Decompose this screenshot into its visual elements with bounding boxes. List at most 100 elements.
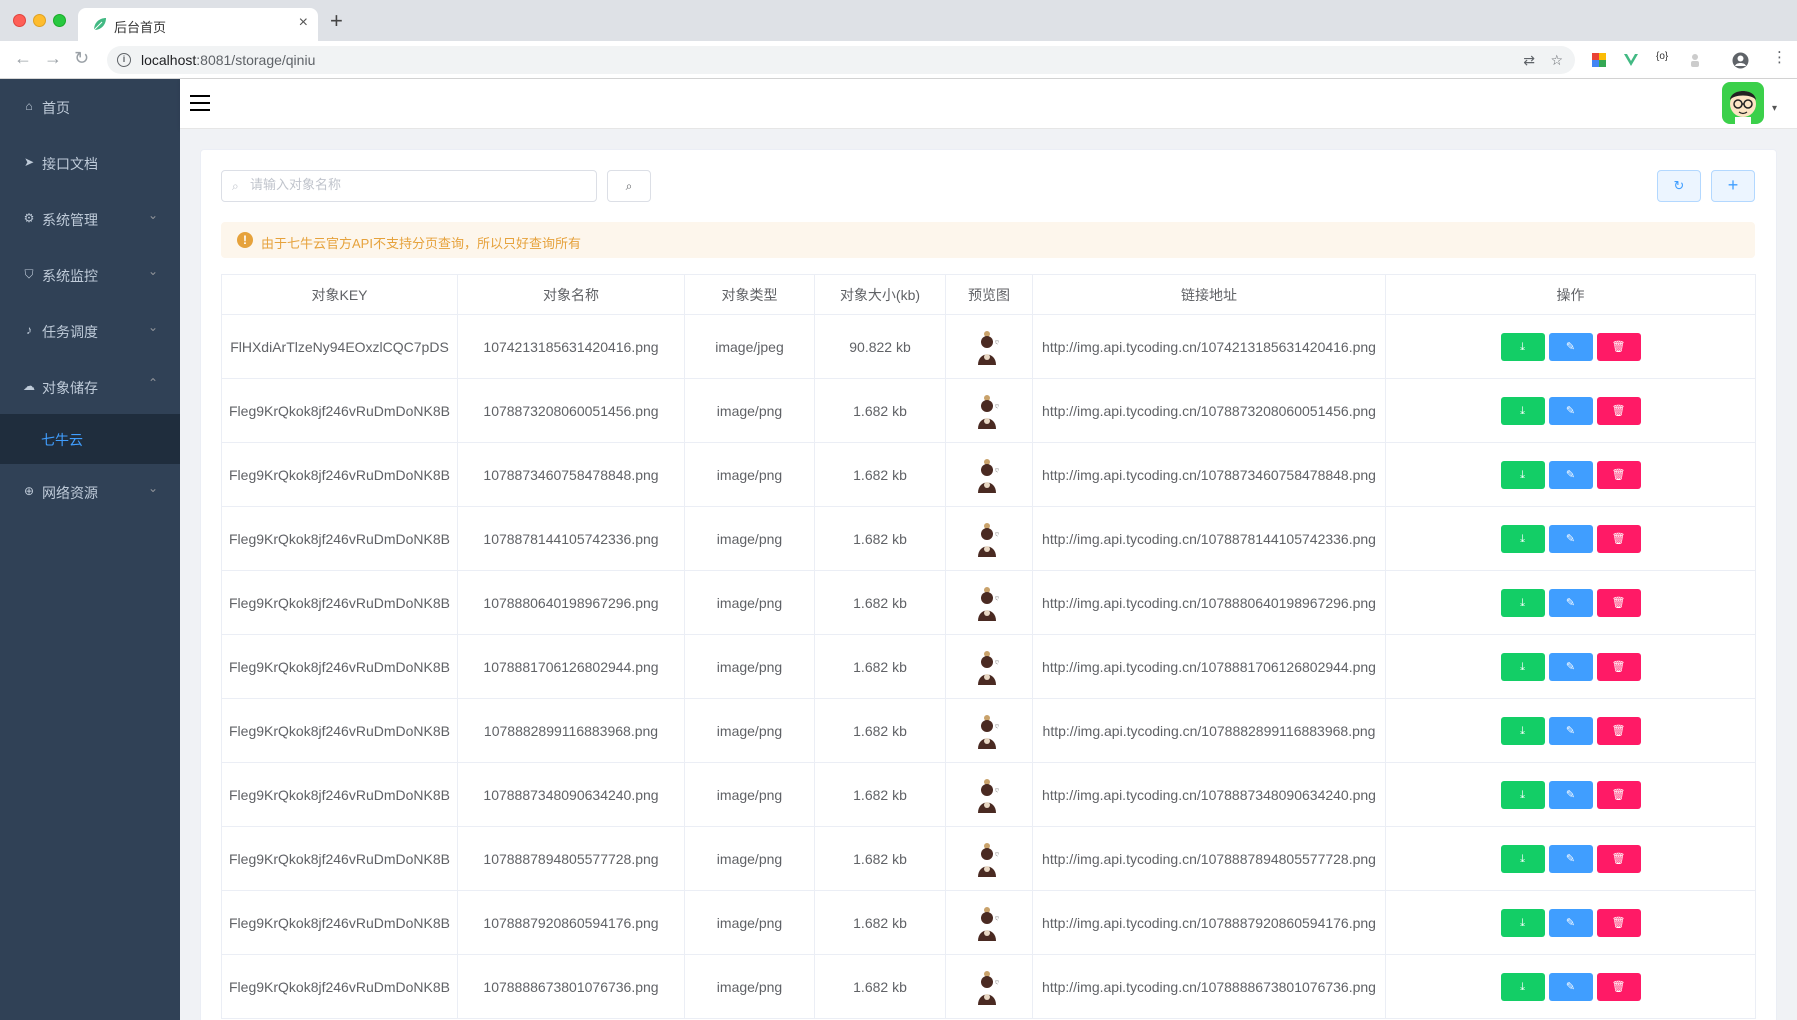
preview-thumbnail[interactable]: ღ (973, 775, 1005, 815)
address-bar[interactable]: i localhost:8081/storage/qiniu ⇄ ☆ (107, 46, 1575, 74)
preview-thumbnail[interactable]: ღ (973, 839, 1005, 879)
cell-link-url[interactable]: http://img.api.tycoding.cn/1078887348090… (1032, 762, 1386, 827)
svg-text:ღ: ღ (995, 531, 999, 537)
cell-link-url[interactable]: http://img.api.tycoding.cn/1078887920860… (1032, 890, 1386, 955)
minimize-window-button[interactable] (33, 14, 46, 27)
delete-button[interactable]: 🗑 (1596, 524, 1641, 553)
cell-link-url[interactable]: http://img.api.tycoding.cn/1078873208060… (1032, 378, 1386, 443)
cell-link-url[interactable]: http://img.api.tycoding.cn/1078882899116… (1032, 698, 1386, 763)
preview-thumbnail[interactable]: ღ (973, 647, 1005, 687)
edit-button[interactable]: ✎ (1548, 460, 1593, 489)
edit-button[interactable]: ✎ (1548, 396, 1593, 425)
preview-thumbnail[interactable]: ღ (973, 391, 1005, 431)
extension-color-icon[interactable] (1592, 53, 1606, 67)
download-button[interactable]: ⤓ (1500, 652, 1545, 681)
caret-down-icon[interactable]: ▾ (1772, 103, 1777, 114)
delete-button[interactable]: 🗑 (1596, 972, 1641, 1001)
cell-link-url[interactable]: http://img.api.tycoding.cn/1078881706126… (1032, 634, 1386, 699)
download-button[interactable]: ⤓ (1500, 332, 1545, 361)
preview-thumbnail[interactable]: ღ (973, 519, 1005, 559)
delete-button[interactable]: 🗑 (1596, 588, 1641, 617)
download-button[interactable]: ⤓ (1500, 588, 1545, 617)
column-header-url[interactable]: 链接地址 (1032, 274, 1386, 315)
download-button[interactable]: ⤓ (1500, 396, 1545, 425)
delete-button[interactable]: 🗑 (1596, 652, 1641, 681)
preview-thumbnail[interactable]: ღ (973, 583, 1005, 623)
cell-link-url[interactable]: http://img.api.tycoding.cn/1078888673801… (1032, 954, 1386, 1019)
delete-button[interactable]: 🗑 (1596, 780, 1641, 809)
cell-link-url[interactable]: http://img.api.tycoding.cn/1078887894805… (1032, 826, 1386, 891)
column-header-preview[interactable]: 预览图 (945, 274, 1033, 315)
profile-icon[interactable] (1732, 52, 1749, 69)
column-header-type[interactable]: 对象类型 (684, 274, 815, 315)
preview-thumbnail[interactable]: ღ (973, 711, 1005, 751)
edit-button[interactable]: ✎ (1548, 332, 1593, 361)
sidebar-item-system-monitor[interactable]: ⛉ 系统监控 ⌄ (0, 247, 180, 303)
download-button[interactable]: ⤓ (1500, 460, 1545, 489)
cell-preview: ღ (945, 378, 1033, 443)
tab-close-icon[interactable]: × (299, 14, 308, 32)
edit-button[interactable]: ✎ (1548, 844, 1593, 873)
hamburger-menu-icon[interactable] (190, 95, 210, 111)
cell-link-url[interactable]: http://img.api.tycoding.cn/1078880640198… (1032, 570, 1386, 635)
delete-button[interactable]: 🗑 (1596, 396, 1641, 425)
preview-thumbnail[interactable]: ღ (973, 903, 1005, 943)
avatar[interactable] (1722, 82, 1764, 124)
edit-button[interactable]: ✎ (1548, 972, 1593, 1001)
cell-link-url[interactable]: http://img.api.tycoding.cn/1074213185631… (1032, 314, 1386, 379)
delete-button[interactable]: 🗑 (1596, 332, 1641, 361)
json-extension-icon[interactable]: {o} (1656, 52, 1668, 62)
new-tab-button[interactable]: + (330, 10, 343, 32)
bookmark-star-icon[interactable]: ☆ (1550, 52, 1563, 69)
download-button[interactable]: ⤓ (1500, 972, 1545, 1001)
sidebar-subitem-qiniu[interactable]: 七牛云 (0, 414, 180, 464)
cell-link-url[interactable]: http://img.api.tycoding.cn/1078878144105… (1032, 506, 1386, 571)
preview-thumbnail[interactable]: ღ (973, 327, 1005, 367)
browser-tab[interactable]: 后台首页 × (78, 8, 318, 41)
cell-link-url[interactable]: http://img.api.tycoding.cn/1078873460758… (1032, 442, 1386, 507)
download-button[interactable]: ⤓ (1500, 908, 1545, 937)
translate-icon[interactable]: ⇄ (1523, 52, 1535, 69)
search-button[interactable]: ⌕ (607, 170, 651, 202)
download-button[interactable]: ⤓ (1500, 844, 1545, 873)
reload-icon[interactable]: ↻ (74, 49, 89, 67)
delete-button[interactable]: 🗑 (1596, 844, 1641, 873)
download-button[interactable]: ⤓ (1500, 780, 1545, 809)
column-header-key[interactable]: 对象KEY (221, 274, 458, 315)
sidebar-item-task-scheduling[interactable]: ♪ 任务调度 ⌄ (0, 303, 180, 359)
add-button[interactable]: + (1711, 170, 1755, 202)
refresh-button[interactable]: ↻ (1657, 170, 1701, 202)
column-header-size[interactable]: 对象大小(kb) (814, 274, 946, 315)
edit-button[interactable]: ✎ (1548, 908, 1593, 937)
edit-button[interactable]: ✎ (1548, 588, 1593, 617)
edit-button[interactable]: ✎ (1548, 652, 1593, 681)
maximize-window-button[interactable] (53, 14, 66, 27)
close-window-button[interactable] (13, 14, 26, 27)
preview-thumbnail[interactable]: ღ (973, 967, 1005, 1007)
browser-menu-icon[interactable]: ⋮ (1772, 50, 1787, 65)
sidebar-item-system-management[interactable]: ⚙ 系统管理 ⌄ (0, 191, 180, 247)
sidebar-item-home[interactable]: ⌂ 首页 (0, 79, 180, 135)
sidebar-item-api-docs[interactable]: ➤ 接口文档 (0, 135, 180, 191)
sidebar-item-object-storage[interactable]: ☁ 对象储存 ⌃ (0, 359, 180, 415)
info-icon[interactable]: i (117, 53, 131, 67)
download-button[interactable]: ⤓ (1500, 716, 1545, 745)
forward-icon[interactable]: → (44, 49, 62, 67)
extension-person-icon[interactable] (1688, 53, 1702, 67)
preview-thumbnail[interactable]: ღ (973, 455, 1005, 495)
edit-button[interactable]: ✎ (1548, 524, 1593, 553)
edit-button[interactable]: ✎ (1548, 780, 1593, 809)
delete-button[interactable]: 🗑 (1596, 460, 1641, 489)
back-icon[interactable]: ← (14, 49, 32, 67)
vue-devtools-icon[interactable] (1624, 53, 1638, 67)
delete-button[interactable]: 🗑 (1596, 908, 1641, 937)
download-button[interactable]: ⤓ (1500, 524, 1545, 553)
column-header-name[interactable]: 对象名称 (457, 274, 685, 315)
sidebar-item-network-resources[interactable]: ⊕ 网络资源 ⌄ (0, 464, 180, 520)
column-header-actions[interactable]: 操作 (1385, 274, 1756, 315)
search-field[interactable]: ⌕ (221, 170, 597, 202)
edit-button[interactable]: ✎ (1548, 716, 1593, 745)
delete-button[interactable]: 🗑 (1596, 716, 1641, 745)
search-input[interactable] (250, 177, 580, 192)
url-text[interactable]: localhost:8081/storage/qiniu (141, 52, 315, 68)
